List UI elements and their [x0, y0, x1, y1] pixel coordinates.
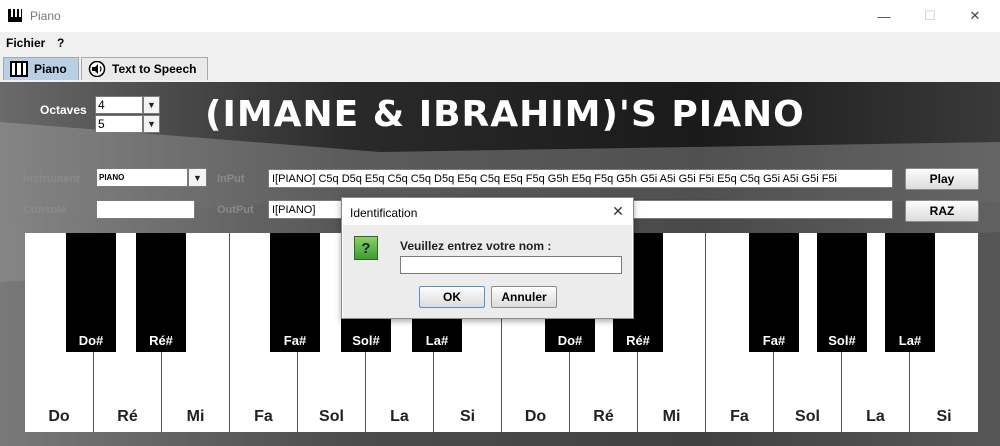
menu-help[interactable]: ?: [57, 36, 64, 50]
input-label: InPut: [217, 173, 245, 185]
black-key-label: Ré#: [149, 333, 173, 348]
white-key-label: Mi: [186, 408, 205, 425]
black-key[interactable]: Fa#: [749, 233, 799, 352]
menu-bar: [0, 32, 1000, 54]
black-key[interactable]: Sol#: [817, 233, 867, 352]
menu-fichier[interactable]: Fichier: [6, 36, 45, 50]
white-key-label: Ré: [593, 408, 614, 425]
piano-app-icon: [8, 9, 22, 22]
black-key[interactable]: Ré#: [136, 233, 186, 352]
black-key-label: Do#: [78, 333, 104, 348]
dialog-title: Identification: [350, 206, 418, 220]
speaker-icon: [88, 61, 106, 77]
cancel-button[interactable]: Annuler: [491, 286, 557, 308]
black-key-label: Fa#: [283, 333, 307, 348]
instrument-label: Instrument: [23, 173, 80, 185]
console-label: Console: [23, 204, 67, 216]
ok-button[interactable]: OK: [419, 286, 485, 308]
question-icon: ?: [354, 236, 378, 260]
tab-piano-label: Piano: [34, 62, 67, 76]
white-key-label: Sol: [319, 408, 344, 425]
minimize-button[interactable]: —: [861, 0, 907, 32]
white-key-label: Si: [936, 408, 952, 425]
title-bar: [0, 0, 1000, 32]
white-key-label: Si: [459, 408, 476, 425]
app-heading: (IMANE & IBRAHIM)'S PIANO: [205, 93, 805, 135]
black-key-label: La#: [898, 333, 922, 348]
black-key-label: Fa#: [762, 333, 786, 348]
black-key-label: Sol#: [352, 333, 380, 348]
black-key[interactable]: La#: [885, 233, 935, 352]
white-key-label: La: [866, 408, 885, 425]
dialog-close-icon[interactable]: ✕: [606, 201, 630, 221]
white-key-label: Fa: [254, 408, 273, 425]
chevron-down-icon[interactable]: ▼: [143, 96, 160, 114]
play-button[interactable]: Play: [905, 168, 979, 190]
console-field[interactable]: [96, 200, 195, 219]
name-input[interactable]: [400, 256, 622, 274]
chevron-down-icon[interactable]: ▼: [143, 115, 160, 133]
close-button[interactable]: ✕: [952, 0, 998, 32]
white-key-label: Do: [524, 408, 547, 425]
black-key-label: La#: [425, 333, 449, 348]
white-key-label: Sol: [795, 408, 820, 425]
instrument-combo[interactable]: PIANO: [96, 168, 188, 187]
dialog-body: ? Veuillez entrez votre nom : OK Annuler: [343, 225, 632, 318]
black-key[interactable]: Fa#: [270, 233, 320, 352]
tab-tts-label: Text to Speech: [112, 62, 197, 76]
maximize-button[interactable]: ☐: [907, 0, 953, 32]
white-key-label: Ré: [117, 408, 138, 425]
tab-piano[interactable]: Piano: [3, 57, 79, 80]
output-label: OutPut: [217, 204, 254, 216]
dialog-message: Veuillez entrez votre nom :: [400, 239, 552, 253]
raz-button[interactable]: RAZ: [905, 200, 979, 222]
black-key-label: Do#: [557, 333, 583, 348]
black-key-label: Sol#: [828, 333, 856, 348]
window-title: Piano: [30, 9, 61, 23]
black-key-label: Ré#: [626, 333, 650, 348]
white-key-label: La: [390, 408, 409, 425]
octaves-label: Octaves: [40, 103, 87, 117]
white-key-label: Do: [48, 408, 70, 425]
white-key-label: Mi: [662, 408, 681, 425]
identification-dialog: Identification ✕ ? Veuillez entrez votre…: [341, 197, 634, 319]
input-field[interactable]: I[PIANO] C5q D5q E5q C5q C5q D5q E5q C5q…: [268, 169, 893, 188]
piano-icon: [10, 61, 28, 77]
tab-text-to-speech[interactable]: Text to Speech: [81, 57, 208, 80]
chevron-down-icon[interactable]: ▼: [188, 168, 207, 187]
white-key-label: Fa: [730, 408, 749, 425]
octave-second-combo[interactable]: 5: [95, 115, 143, 133]
octave-first-combo[interactable]: 4: [95, 96, 143, 114]
black-key[interactable]: Do#: [66, 233, 116, 352]
